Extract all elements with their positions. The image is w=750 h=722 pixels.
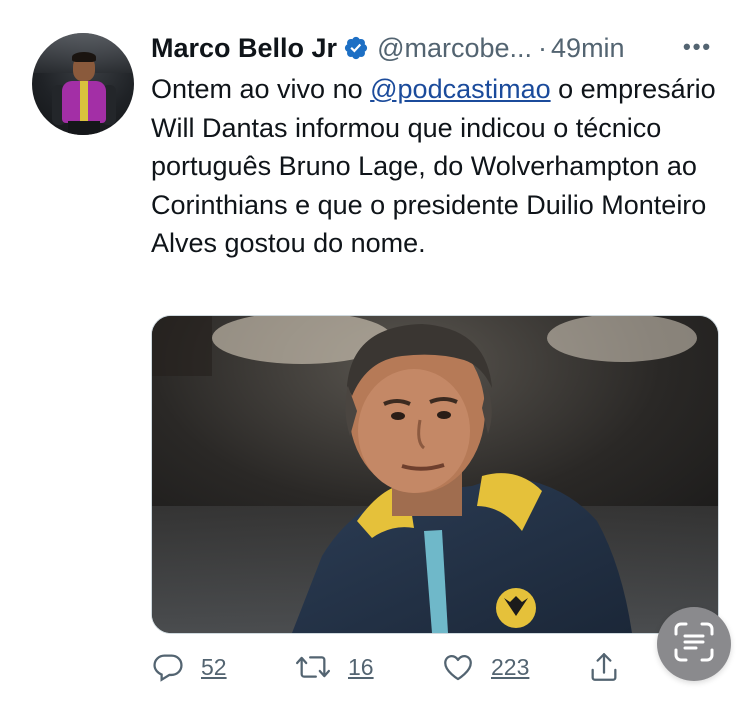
like-count[interactable]: 223 bbox=[491, 654, 529, 681]
reply-count[interactable]: 52 bbox=[201, 654, 227, 681]
retweet-icon bbox=[294, 650, 332, 684]
avatar[interactable] bbox=[32, 33, 134, 135]
tweet-actions: 52 16 223 bbox=[151, 645, 631, 689]
tweet-timestamp[interactable]: 49min bbox=[551, 33, 625, 64]
retweet-button[interactable]: 16 bbox=[294, 645, 374, 689]
retweet-count[interactable]: 16 bbox=[348, 654, 374, 681]
photo-illustration bbox=[152, 316, 718, 633]
tweet-photo[interactable] bbox=[151, 315, 719, 634]
verified-badge-icon bbox=[343, 35, 369, 61]
author-name[interactable]: Marco Bello Jr bbox=[151, 33, 337, 64]
tweet-text-start: Ontem ao vivo no bbox=[151, 74, 371, 104]
author-handle[interactable]: @marcobe... bbox=[377, 33, 532, 64]
like-button[interactable]: 223 bbox=[441, 645, 529, 689]
reply-icon bbox=[151, 650, 185, 684]
avatar-vest-stripe bbox=[80, 81, 88, 123]
share-button[interactable] bbox=[587, 645, 621, 689]
mention-link[interactable]: @podcastimao bbox=[370, 74, 551, 104]
more-options-icon[interactable]: ••• bbox=[683, 34, 717, 60]
avatar-hair bbox=[72, 52, 96, 62]
tweet-header: Marco Bello Jr @marcobe... · 49min bbox=[151, 30, 625, 66]
avatar-legs bbox=[68, 121, 100, 135]
tweet-text: Ontem ao vivo no @podcastimao o empresár… bbox=[151, 70, 726, 263]
heart-icon bbox=[441, 650, 475, 684]
tweet: Marco Bello Jr @marcobe... · 49min ••• O… bbox=[0, 0, 750, 722]
scan-text-icon bbox=[672, 620, 716, 669]
share-icon bbox=[587, 650, 621, 684]
reply-button[interactable]: 52 bbox=[151, 645, 227, 689]
live-text-button[interactable] bbox=[657, 607, 731, 681]
header-separator: · bbox=[538, 32, 548, 63]
